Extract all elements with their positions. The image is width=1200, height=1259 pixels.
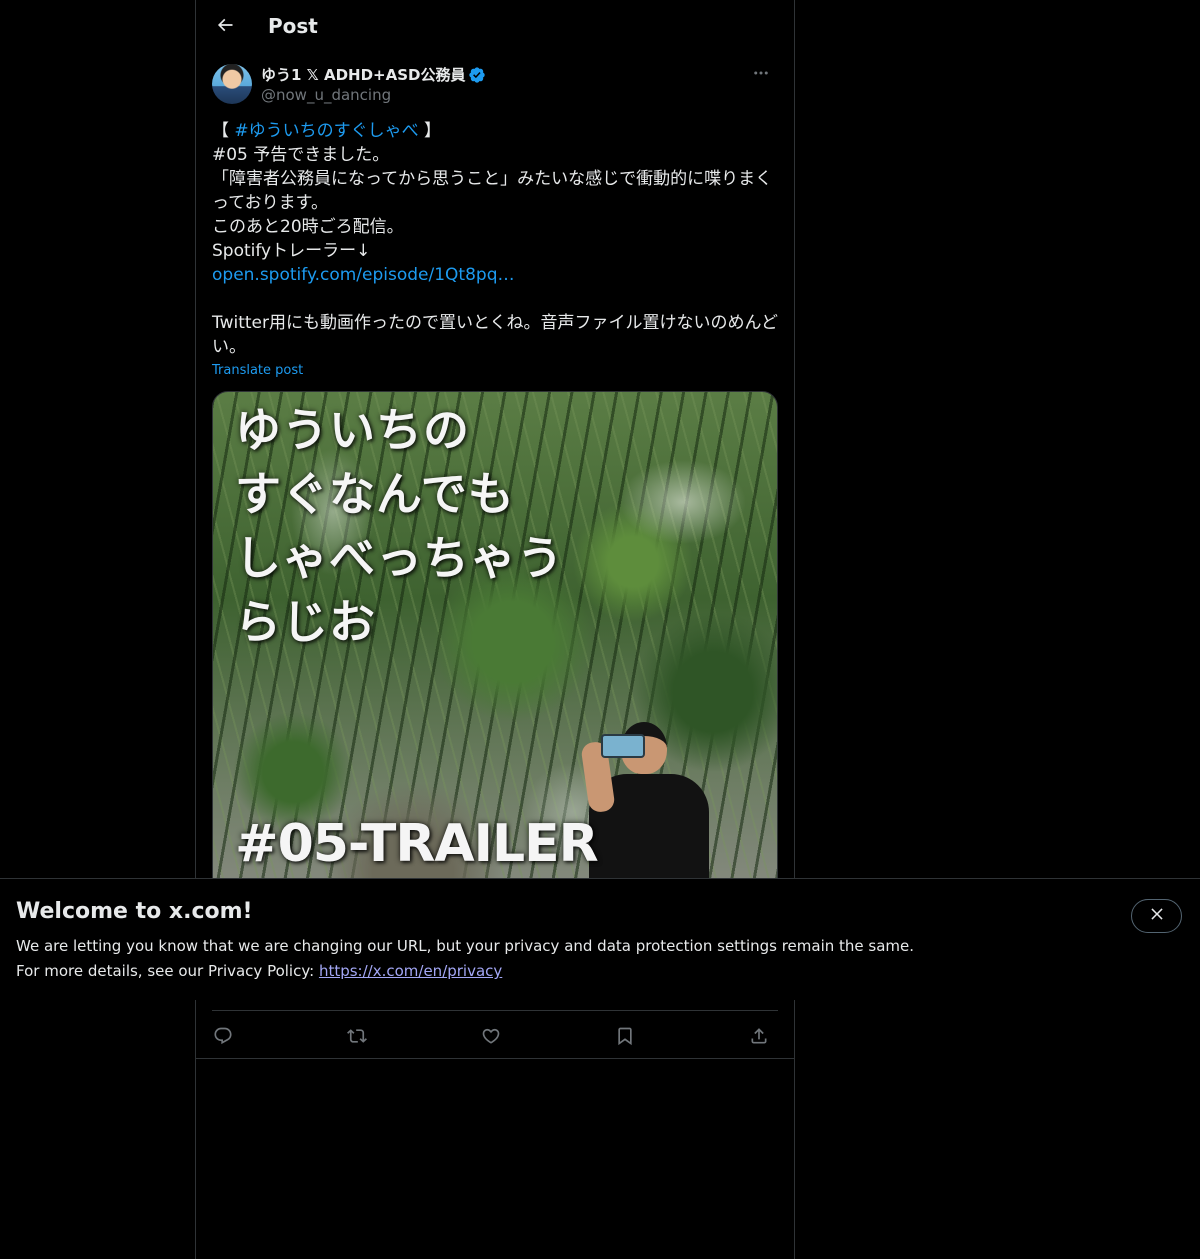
repost-icon — [347, 1026, 367, 1050]
banner-line-1: We are letting you know that we are chan… — [16, 937, 915, 955]
bookmark-icon — [615, 1026, 635, 1050]
video-episode-label: #05-TRAILER — [235, 814, 599, 874]
banner-message: We are letting you know that we are chan… — [16, 934, 1096, 984]
hashtag-link[interactable]: #ゆういちのすぐしゃべ — [234, 121, 418, 141]
post-video[interactable]: ゆういちの すぐなんでも しゃべっちゃう らじお #05-TRAILER — [212, 391, 778, 911]
spotify-link[interactable]: open.spotify.com/episode/1Qt8pq… — [212, 265, 515, 285]
video-title-line-1: ゆういちの — [235, 403, 470, 457]
reply-button[interactable] — [206, 1021, 240, 1055]
avatar[interactable] — [212, 64, 252, 104]
video-title-line-3: しゃべっちゃう — [235, 531, 564, 585]
banner-line-2: For more details, see our Privacy Policy… — [16, 959, 1096, 984]
author-display-name[interactable]: ゆう1 𝕏 ADHD+ASD公務員 — [261, 65, 465, 85]
reply-icon — [213, 1026, 233, 1050]
post-divider — [196, 1058, 794, 1059]
post-author: ゆう1 𝕏 ADHD+ASD公務員 @now_u_dancing — [212, 64, 778, 108]
page-title: Post — [268, 14, 318, 38]
back-button[interactable] — [208, 10, 242, 44]
banner-close-button[interactable] — [1131, 899, 1182, 933]
share-icon — [749, 1026, 769, 1050]
welcome-banner: Welcome to x.com! We are letting you kno… — [0, 878, 1200, 1000]
banner-line-2-text: For more details, see our Privacy Policy… — [16, 962, 319, 980]
privacy-policy-link[interactable]: https://x.com/en/privacy — [319, 962, 502, 980]
repost-button[interactable] — [340, 1021, 374, 1055]
post-line-2: #05 予告できました。 — [212, 145, 390, 165]
video-title-line-2: すぐなんでも — [235, 467, 515, 521]
post-text: 【 #ゆういちのすぐしゃべ 】 #05 予告できました。 「障害者公務員になって… — [212, 119, 780, 359]
verified-badge-icon — [468, 66, 486, 84]
bookmark-button[interactable] — [608, 1021, 642, 1055]
post-line-4: このあと20時ごろ配信。 — [212, 217, 404, 237]
more-options-button[interactable] — [744, 64, 778, 86]
author-handle[interactable]: @now_u_dancing — [261, 85, 391, 105]
translate-post-link[interactable]: Translate post — [212, 361, 303, 381]
share-button[interactable] — [742, 1021, 776, 1055]
close-icon — [1148, 905, 1166, 927]
hashtag-open-bracket: 【 — [212, 121, 235, 141]
post-line-3: 「障害者公務員になってから思うこと」みたいな感じで衝動的に喋りまくっております。 — [212, 169, 773, 213]
primary-column: Post ゆう1 𝕏 ADHD+ASD公務員 @now_u_dancing 【 … — [195, 0, 795, 1259]
post-line-7: Twitter用にも動画作ったので置いとくね。音声ファイル置けないのめんどい。 — [212, 313, 778, 357]
author-name-row[interactable]: ゆう1 𝕏 ADHD+ASD公務員 — [261, 65, 486, 85]
arrow-left-icon — [215, 15, 235, 39]
phone-shape — [601, 734, 645, 758]
heart-icon — [481, 1026, 501, 1050]
video-title-line-4: らじお — [235, 595, 376, 649]
post-line-5: Spotifyトレーラー↓ — [212, 241, 371, 261]
banner-title: Welcome to x.com! — [16, 899, 253, 924]
post-action-bar — [212, 1010, 778, 1059]
video-title-overlay: ゆういちの すぐなんでも しゃべっちゃう らじお — [235, 398, 564, 654]
more-dots-icon — [752, 64, 770, 86]
hashtag-close-bracket: 】 — [418, 121, 442, 141]
like-button[interactable] — [474, 1021, 508, 1055]
top-bar: Post — [196, 0, 794, 53]
